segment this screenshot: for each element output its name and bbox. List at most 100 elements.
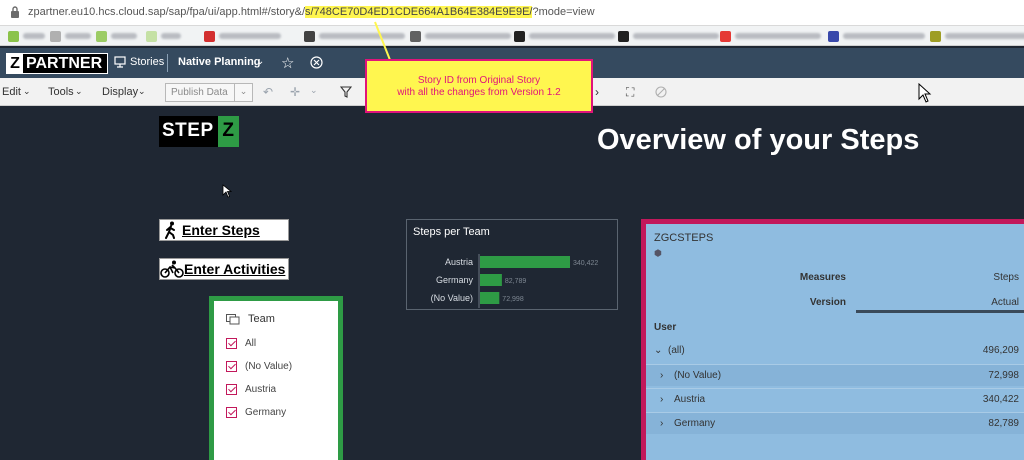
publish-chevron-down-icon[interactable]: ⌄	[234, 84, 252, 101]
steps-per-team-chart[interactable]: Steps per Team Austria 340,422 Germany 82,7…	[406, 219, 618, 310]
chevron-right-icon[interactable]: ›	[595, 85, 599, 99]
story-name[interactable]: Native Planning	[178, 56, 261, 68]
edit-chevron-down-icon[interactable]: ⌄	[23, 86, 31, 97]
move-icon[interactable]: ✛	[290, 85, 300, 99]
row-value: 340,422	[982, 394, 1019, 405]
row-value: 72,998	[988, 370, 1019, 381]
url-text[interactable]: zpartner.eu10.hcs.cloud.sap/sap/fpa/ui/a…	[28, 6, 595, 18]
bookmark-item[interactable]	[96, 30, 137, 42]
expand-chevron-right-icon[interactable]: ›	[660, 394, 663, 405]
move-chevron-down-icon[interactable]: ⌄	[310, 85, 318, 96]
filter-option-label: Austria	[245, 384, 277, 395]
bookmark-label-blurred	[945, 33, 1024, 39]
enter-activities-label: Enter Activities	[184, 261, 286, 277]
publish-data-label: Publish Data	[171, 87, 228, 98]
url-story-id: s/748CE70D4ED1CDE664A1B64E384E9E9E/	[305, 6, 533, 18]
edit-menu[interactable]: Edit	[2, 86, 21, 98]
stories-link[interactable]: Stories	[130, 56, 164, 68]
bookmark-favicon-icon	[96, 30, 107, 42]
tools-chevron-down-icon[interactable]: ⌄	[75, 86, 83, 97]
bookmark-item[interactable]	[514, 30, 615, 42]
bookmark-item[interactable]	[50, 30, 91, 42]
bookmark-item[interactable]	[146, 30, 181, 42]
lock-icon	[11, 6, 19, 18]
bookmark-favicon-icon	[146, 30, 157, 42]
revert-icon[interactable]: ↶	[263, 85, 273, 99]
display-menu[interactable]: Display	[102, 86, 138, 98]
measures-value: Steps	[993, 272, 1019, 283]
close-circle-icon[interactable]	[310, 56, 323, 69]
checkbox-checked-icon[interactable]	[226, 384, 237, 395]
bookmark-item[interactable]	[930, 30, 1024, 42]
bookmark-favicon-icon	[410, 30, 421, 42]
page-title: Overview of your Steps	[597, 124, 920, 156]
chart-plot: Austria 340,422 Germany 82,789 (No Value) 72,…	[431, 254, 598, 308]
bookmark-item[interactable]	[618, 30, 719, 42]
table-row[interactable]: › Germany 82,789	[646, 412, 1024, 434]
display-chevron-down-icon[interactable]: ⌄	[138, 86, 146, 97]
bookmark-item[interactable]	[410, 30, 511, 42]
bookmark-favicon-icon	[618, 30, 629, 42]
logo-text: PARTNER	[26, 54, 103, 72]
checkbox-checked-icon[interactable]	[226, 361, 237, 372]
table-row[interactable]: › (No Value) 72,998	[646, 364, 1024, 386]
enter-activities-link[interactable]: Enter Activities	[159, 258, 289, 280]
version-value: Actual	[991, 297, 1019, 308]
url-prefix: zpartner.eu10.hcs.cloud.sap/sap/fpa/ui/a…	[28, 6, 305, 18]
team-filter-title: Team	[248, 313, 275, 325]
favorite-star-icon[interactable]: ☆	[281, 54, 294, 72]
bookmark-item[interactable]	[8, 30, 45, 42]
chart-bar[interactable]	[480, 274, 502, 286]
tools-menu[interactable]: Tools	[48, 86, 74, 98]
filter-option-austria[interactable]: Austria	[226, 384, 276, 395]
filter-option-germany[interactable]: Germany	[226, 407, 286, 418]
row-label: Germany	[674, 418, 716, 429]
chart-data-label: 82,789	[505, 278, 527, 285]
chart-bar[interactable]	[480, 292, 500, 304]
bookmark-label-blurred	[219, 33, 281, 39]
browser-address-bar[interactable]: zpartner.eu10.hcs.cloud.sap/sap/fpa/ui/a…	[0, 0, 1024, 26]
enter-steps-link[interactable]: Enter Steps	[159, 219, 289, 241]
bookmark-label-blurred	[65, 33, 91, 39]
annotation-callout: Story ID from Original Story with all th…	[365, 59, 593, 113]
chart-data-label: 72,998	[502, 296, 524, 303]
bookmark-item[interactable]	[304, 30, 405, 42]
filter-option-label: (No Value)	[245, 361, 293, 372]
bookmarks-bar	[0, 26, 1024, 46]
bookmark-item[interactable]	[720, 30, 821, 42]
measures-header: Measures	[799, 272, 846, 283]
filter-option-no-value[interactable]: (No Value)	[226, 361, 292, 372]
bookmark-favicon-icon	[8, 30, 19, 42]
chart-category-label: Germany	[436, 275, 474, 285]
checkbox-checked-icon[interactable]	[226, 407, 237, 418]
expand-chevron-right-icon[interactable]: ›	[660, 370, 663, 381]
user-dimension-header: User	[654, 322, 677, 333]
chart-bar[interactable]	[480, 256, 570, 268]
checkbox-checked-icon[interactable]	[226, 338, 237, 349]
row-value: 82,789	[988, 418, 1019, 429]
callout-line-2: with all the changes from Version 1.2	[397, 87, 561, 98]
logo-letter: Z	[7, 54, 23, 73]
filter-option-all[interactable]: All	[226, 338, 256, 349]
fullscreen-icon[interactable]: ⛶	[626, 85, 634, 100]
chart-category-label: (No Value)	[431, 293, 473, 303]
table-row[interactable]: › Austria 340,422	[646, 388, 1024, 410]
bookmark-label-blurred	[425, 33, 511, 39]
bookmark-item[interactable]	[204, 30, 281, 42]
row-label: (all)	[668, 345, 685, 356]
bookmark-item[interactable]	[828, 30, 925, 42]
bookmark-favicon-icon	[204, 30, 215, 42]
collapse-chevron-down-icon[interactable]: ⌄	[654, 345, 662, 356]
shell-divider	[167, 54, 168, 72]
bookmark-label-blurred	[843, 33, 925, 39]
filter-icon[interactable]	[340, 86, 352, 98]
story-menu-chevron-down-icon[interactable]: ⌄	[256, 56, 264, 67]
cyclist-icon	[160, 259, 184, 279]
row-label: Austria	[674, 394, 706, 405]
url-suffix: ?mode=view	[532, 6, 595, 18]
bookmark-favicon-icon	[828, 30, 839, 42]
row-label: (No Value)	[674, 370, 722, 381]
table-row[interactable]: ⌄ (all) 496,209	[646, 340, 1024, 362]
publish-data-button[interactable]: Publish Data ⌄	[165, 83, 253, 102]
expand-chevron-right-icon[interactable]: ›	[660, 418, 663, 429]
